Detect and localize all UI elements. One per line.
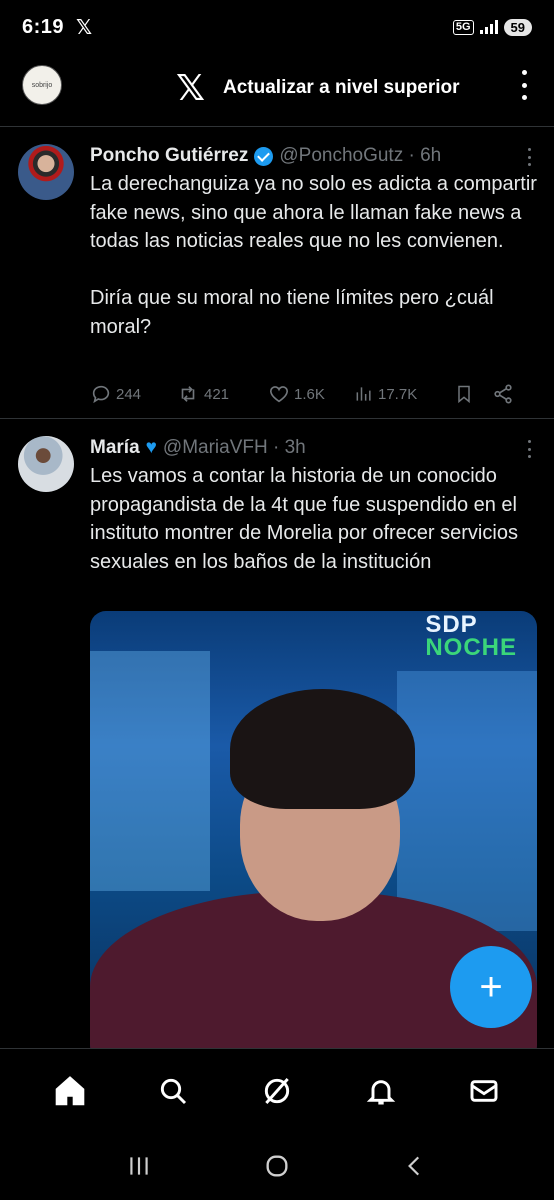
view-count: 17.7K (378, 385, 418, 403)
tweet-handle: @MariaVFH · 3h (162, 437, 306, 458)
views-button[interactable]: 17.7K (354, 384, 454, 404)
mail-icon (470, 1079, 498, 1102)
tweet-handle: @PonchoGutz · 6h (279, 145, 442, 166)
system-nav-bar (0, 1132, 554, 1200)
media-background-light (397, 671, 537, 931)
views-icon (356, 387, 371, 401)
media-brand-line2: NOCHE (425, 634, 517, 661)
tab-messages[interactable] (464, 1071, 504, 1111)
media-background-light (90, 651, 210, 891)
signal-icon (479, 20, 498, 34)
recent-apps-icon[interactable] (126, 1153, 152, 1179)
share-icon (494, 384, 512, 404)
divider (0, 126, 554, 127)
home-icon (55, 1075, 85, 1105)
x-notification-icon: 𝕏 (76, 16, 93, 39)
profile-avatar-text: sobrijo (31, 81, 53, 89)
media-brand-logo: SDP NOCHE (425, 611, 517, 661)
repost-count: 421 (204, 385, 230, 403)
blue-heart-icon: ♥ (145, 437, 157, 458)
tweet-actions: 244 421 1.6K 17.7K (90, 379, 532, 409)
search-icon (161, 1078, 187, 1104)
repost-icon (181, 386, 195, 402)
tab-search[interactable] (153, 1071, 193, 1111)
grok-icon (264, 1077, 290, 1104)
tweet-author-name[interactable]: Poncho Gutiérrez (90, 145, 248, 167)
bookmark-icon (458, 385, 470, 404)
bottom-tab-bar (0, 1048, 554, 1132)
plus-icon: + (479, 964, 503, 1009)
tab-notifications[interactable] (361, 1071, 401, 1111)
tweet-header: María ♥ @MariaVFH · 3h (90, 434, 504, 462)
network-5g-icon: 5G (452, 19, 474, 35)
home-nav-icon[interactable] (263, 1152, 291, 1180)
bookmark-button[interactable] (454, 383, 492, 405)
tweet-more-icon[interactable] (526, 148, 532, 166)
tweet-header: Poncho Gutiérrez @PonchoGutz · 6h (90, 142, 504, 170)
like-count: 1.6K (294, 385, 325, 403)
repost-button[interactable]: 421 (176, 383, 268, 405)
top-bar: sobrijo 𝕏 Actualizar a nivel superior (0, 58, 554, 118)
reply-button[interactable]: 244 (90, 383, 176, 405)
tab-home[interactable] (50, 1071, 90, 1111)
tweet-author-name[interactable]: María (90, 437, 140, 459)
tweet-text: La derechanguiza ya no solo es adicta a … (90, 173, 537, 338)
status-bar: 6:19 𝕏 5G 59 (0, 0, 554, 54)
tweet-author-avatar[interactable] (18, 436, 74, 492)
reply-count: 244 (116, 385, 142, 403)
reply-icon (92, 385, 110, 404)
tweet[interactable]: Poncho Gutiérrez @PonchoGutz · 6h La der… (0, 142, 554, 418)
like-button[interactable]: 1.6K (268, 383, 354, 405)
battery-level: 59 (503, 18, 532, 36)
media-brand-line1: SDP (425, 611, 478, 638)
back-icon[interactable] (402, 1153, 428, 1179)
upgrade-label: Actualizar a nivel superior (223, 77, 460, 98)
media-person-hair (230, 689, 415, 809)
x-logo-icon: 𝕏 (176, 67, 206, 108)
bell-icon (366, 1079, 395, 1104)
upgrade-banner[interactable]: 𝕏 Actualizar a nivel superior (176, 68, 460, 108)
tweet-more-icon[interactable] (526, 440, 532, 458)
status-indicators: 5G 59 (452, 18, 532, 36)
compose-button[interactable]: + (450, 946, 532, 1028)
tweet-author-avatar[interactable] (18, 144, 74, 200)
heart-icon (269, 386, 289, 403)
tab-grok[interactable] (257, 1071, 297, 1111)
status-time: 6:19 (22, 15, 65, 38)
profile-avatar[interactable]: sobrijo (22, 65, 62, 105)
verified-badge-icon (254, 146, 274, 166)
more-options-icon[interactable] (518, 70, 530, 100)
tweet-text: Les vamos a contar la historia de un con… (90, 465, 524, 573)
share-button[interactable] (492, 383, 514, 405)
divider (0, 418, 554, 419)
